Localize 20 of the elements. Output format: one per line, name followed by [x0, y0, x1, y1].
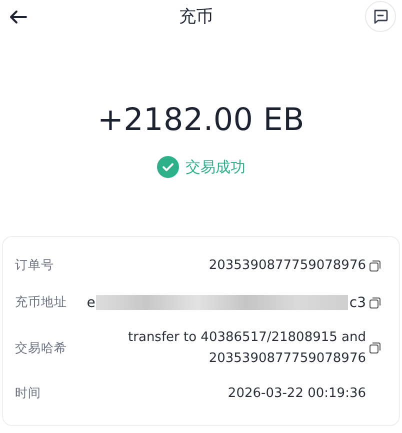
- field-value: 2026-03-22 00:19:36: [228, 385, 366, 403]
- back-button[interactable]: [9, 10, 27, 24]
- message-icon: [373, 9, 388, 24]
- back-arrow-icon: [9, 10, 27, 24]
- field-label: 充币地址: [15, 294, 67, 311]
- field-label: 时间: [15, 385, 41, 402]
- field-label: 订单号: [15, 257, 54, 274]
- field-value: 2035390877759078976: [208, 257, 366, 275]
- address-start-text: e: [86, 294, 96, 310]
- copy-icon[interactable]: [369, 342, 381, 354]
- status-text: 交易成功: [186, 158, 246, 176]
- field-label: 交易哈希: [15, 340, 67, 356]
- amount-text: +2182.00 EB: [97, 102, 305, 138]
- field-value: transfer to 40386517/21808915 and 2035390877759078976: [128, 329, 366, 368]
- copy-icon[interactable]: [369, 296, 381, 308]
- copy-icon[interactable]: [369, 260, 381, 272]
- check-circle-icon: [156, 156, 178, 178]
- feedback-button[interactable]: [365, 1, 396, 32]
- address-end-text: c3: [349, 294, 366, 310]
- page-title: 充币: [179, 6, 213, 28]
